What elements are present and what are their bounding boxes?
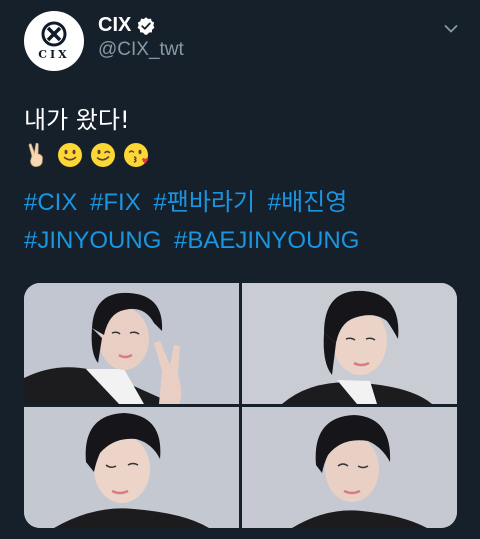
hashtag-link[interactable]: #BAEJINYOUNG	[174, 227, 359, 254]
photo-wink-close-up-image	[242, 407, 457, 528]
photo-top-left[interactable]	[24, 283, 239, 404]
photo-peace-sign-image	[24, 283, 239, 404]
avatar-logo-text: CIX	[38, 48, 70, 61]
photo-wink-image	[24, 407, 239, 528]
photo-close-up-image	[242, 283, 457, 404]
account-name-row[interactable]: CIX	[98, 14, 156, 37]
tweet-text: 내가 왔다!	[24, 106, 130, 134]
photo-bottom-right[interactable]	[242, 407, 457, 528]
photo-grid	[24, 283, 457, 528]
photo-top-right[interactable]	[242, 283, 457, 404]
photo-bottom-left[interactable]	[24, 407, 239, 528]
hashtag-link[interactable]: #FIX	[90, 189, 141, 216]
victory-hand-icon	[28, 142, 43, 167]
hashtag-link[interactable]: #팬바라기	[153, 189, 255, 216]
hashtags: #CIX #FIX #팬바라기 #배진영 #JINYOUNG #BAEJINYO…	[24, 184, 464, 260]
hashtag-link[interactable]: #배진영	[268, 189, 348, 216]
profile-avatar[interactable]: CIX	[24, 11, 84, 71]
account-handle[interactable]: @CIX_twt	[98, 39, 184, 61]
hashtag-link[interactable]: #CIX	[24, 189, 77, 216]
emoji-row	[24, 142, 149, 168]
cix-logo-icon	[41, 21, 67, 47]
verified-badge-icon	[137, 16, 155, 35]
winking-face-icon	[91, 143, 115, 167]
slightly-smiling-face-icon	[58, 143, 82, 167]
hashtag-link[interactable]: #JINYOUNG	[24, 227, 161, 254]
face-blowing-kiss-icon	[124, 143, 148, 167]
display-name[interactable]: CIX	[98, 14, 131, 37]
chevron-down-icon[interactable]	[444, 24, 458, 34]
